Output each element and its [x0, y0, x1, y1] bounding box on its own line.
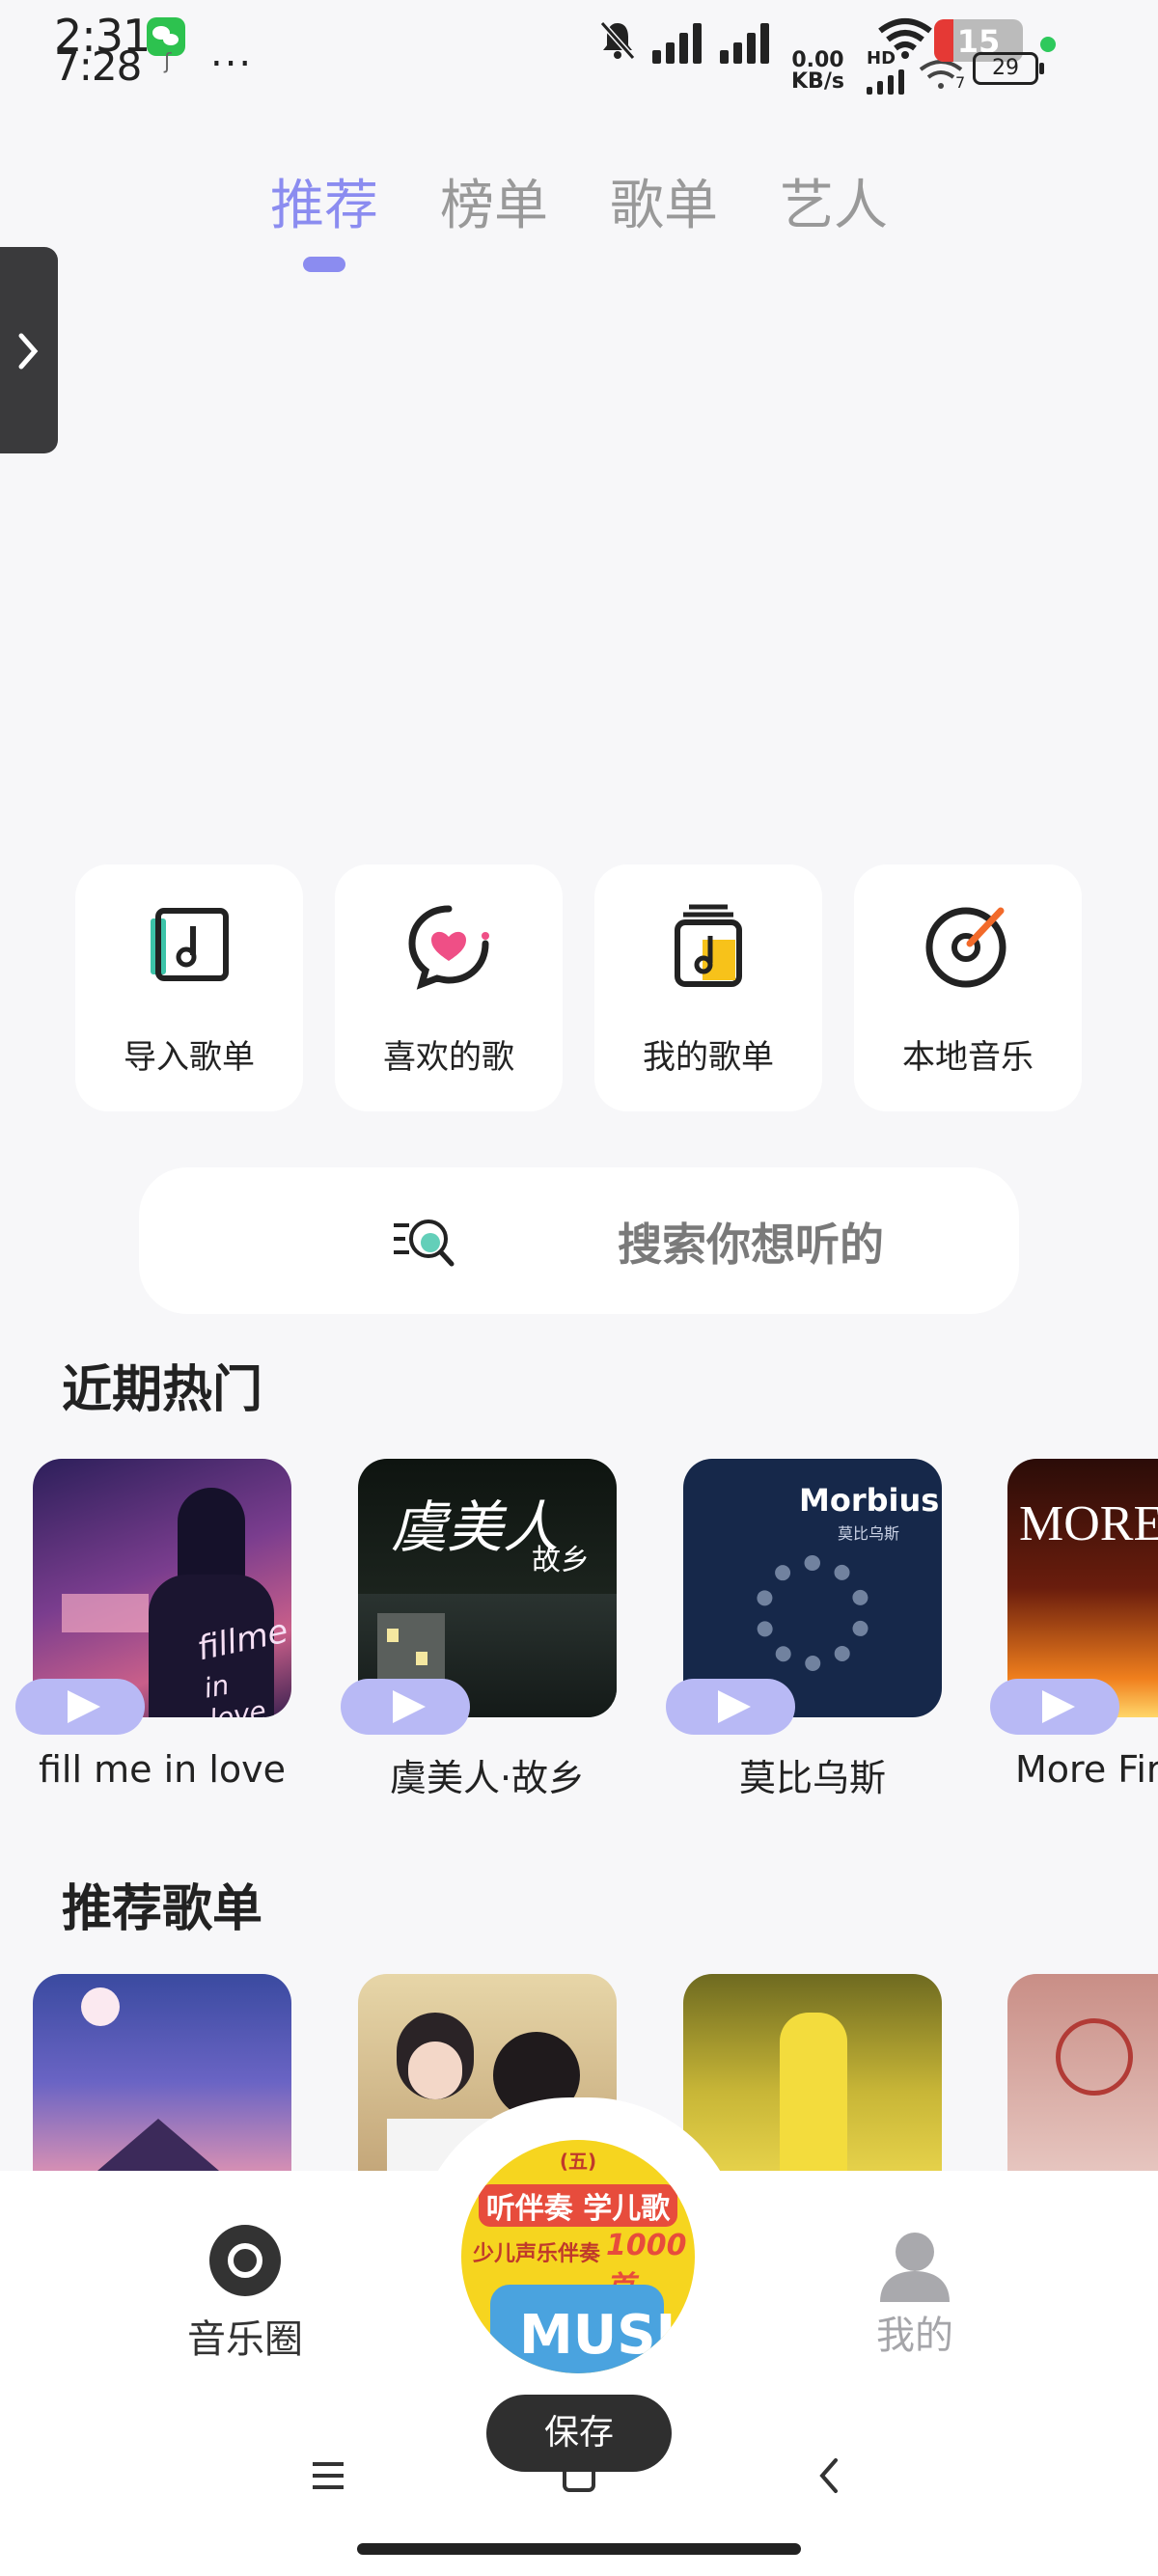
mute-bell-icon [599, 21, 636, 60]
battery-indicator-b: 29 [973, 52, 1044, 85]
liked-songs-heart-icon [408, 905, 489, 990]
tab-playlists[interactable]: 歌单 [610, 162, 718, 240]
quick-action-label: 导入歌单 [124, 1038, 255, 1077]
status-bar: 2:31 7:28 ʃ ... 0.00 KB/s HD 7 15 29 [0, 0, 1158, 96]
cover-ring-graphic [755, 1555, 870, 1671]
section-title-hot: 近期热门 [62, 1361, 263, 1419]
song-title: More Fir [1015, 1748, 1158, 1791]
cover-smiley [1056, 2018, 1133, 2096]
now-playing-disc[interactable]: (五) 听伴奏 学儿歌 少儿声乐伴奏 1000首 MUSI [461, 2140, 695, 2373]
nav-mine[interactable]: 我的 [840, 2231, 990, 2360]
nav-music-circle[interactable]: 音乐圈 [170, 2225, 320, 2364]
signal-hd-icon [867, 68, 904, 95]
cover-lamp-light [62, 1594, 149, 1632]
playlist-cover-night-sky[interactable] [33, 1974, 291, 2171]
quick-action-label: 喜欢的歌 [383, 1038, 514, 1077]
cover-title: Morbius [799, 1482, 940, 1519]
top-tabs: 推荐 榜单 歌单 艺人 [270, 162, 888, 240]
search-bar[interactable]: 搜索你想听的 [139, 1167, 1019, 1314]
back-chevron-icon[interactable] [814, 2456, 843, 2495]
cover-girl-face [408, 2042, 462, 2099]
home-indicator[interactable] [357, 2543, 801, 2555]
disc-sub: 少儿声乐伴奏 [473, 2242, 601, 2266]
cover-window-light [416, 1652, 427, 1665]
local-music-disc-icon [925, 907, 1006, 988]
nav-label: 我的 [876, 2314, 953, 2358]
quick-action-liked-songs[interactable]: 喜欢的歌 [335, 864, 563, 1111]
section-title-playlists: 推荐歌单 [62, 1880, 263, 1938]
play-button[interactable] [15, 1679, 145, 1735]
wifi-icon [878, 18, 932, 59]
cover-moon [81, 1987, 120, 2026]
cover-figure-silhouette [178, 1488, 245, 1584]
save-toast[interactable]: 保存 [486, 2395, 672, 2472]
cover-subtitle: 莫比乌斯 [838, 1524, 900, 1543]
disc-badge: (五) [559, 2150, 597, 2173]
chevron-right-icon [18, 333, 39, 370]
playlist-cover-smiley[interactable] [1007, 1974, 1158, 2171]
tab-charts[interactable]: 榜单 [440, 162, 548, 240]
notification-small-icon: ʃ [164, 50, 172, 74]
disc-title: 听伴奏 学儿歌 [479, 2184, 677, 2227]
user-profile-icon [880, 2233, 950, 2302]
play-button[interactable] [341, 1679, 470, 1735]
playlist-cover-yellow[interactable] [683, 1974, 942, 2171]
quick-action-local-music[interactable]: 本地音乐 [854, 864, 1082, 1111]
active-tab-indicator [303, 257, 345, 272]
play-button[interactable] [990, 1679, 1119, 1735]
song-title: 莫比乌斯 [738, 1757, 886, 1799]
nav-label: 音乐圈 [187, 2317, 303, 2362]
music-circle-icon [209, 2225, 281, 2296]
net-speed-value: 0.00 [791, 48, 844, 72]
my-playlist-icon [675, 904, 742, 987]
status-time-secondary: 7:28 [54, 42, 142, 90]
quick-action-my-playlist[interactable]: 我的歌单 [594, 864, 822, 1111]
net-speed-unit: KB/s [791, 69, 844, 94]
cover-figure [780, 2013, 847, 2171]
cover-title: MORE F [1019, 1496, 1158, 1551]
signal-sub-label: 7 [955, 73, 966, 92]
net-speed: 0.00 KB/s [791, 50, 844, 93]
tab-artists[interactable]: 艺人 [780, 162, 888, 240]
status-icons: 0.00 KB/s HD 7 15 29 [598, 14, 1100, 95]
cover-window-light [387, 1629, 399, 1642]
tab-recommend[interactable]: 推荐 [270, 162, 378, 240]
disc-illustration-letters: MUSI [519, 2304, 676, 2367]
signal-strength-2-icon [720, 21, 769, 64]
cover-mountain [91, 2119, 226, 2171]
more-notifications: ... [210, 31, 254, 75]
quick-action-label: 本地音乐 [902, 1038, 1034, 1077]
play-button[interactable] [666, 1679, 795, 1735]
song-title: 虞美人·故乡 [389, 1757, 586, 1799]
side-panel-handle[interactable] [0, 247, 58, 453]
search-icon [394, 1219, 455, 1267]
import-playlist-icon [151, 908, 229, 981]
quick-action-label: 我的歌单 [643, 1038, 774, 1077]
menu-lines-icon[interactable] [309, 2456, 347, 2495]
song-title: fill me in love [39, 1748, 286, 1791]
privacy-indicator-dot [1040, 37, 1056, 52]
quick-action-import-playlist[interactable]: 导入歌单 [75, 864, 303, 1111]
cover-calligraphy-sub: 故乡 [532, 1544, 590, 1577]
search-placeholder: 搜索你想听的 [618, 1219, 884, 1271]
signal-strength-1-icon [652, 21, 702, 64]
